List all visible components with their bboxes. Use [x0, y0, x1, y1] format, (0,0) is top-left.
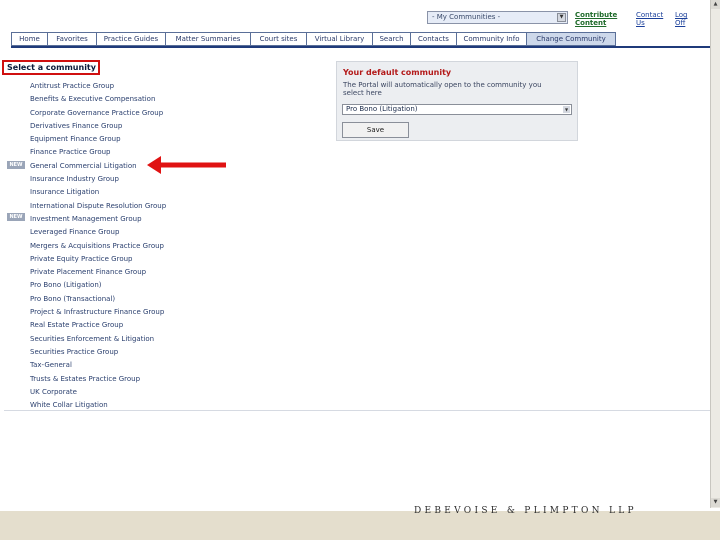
default-community-select[interactable]: Pro Bono (Litigation) ▼	[342, 104, 572, 115]
content-divider	[4, 410, 710, 411]
community-item[interactable]: Derivatives Finance Group	[30, 120, 166, 133]
tab-virtual-library[interactable]: Virtual Library	[307, 32, 373, 46]
tab-matter-summaries[interactable]: Matter Summaries	[166, 32, 251, 46]
community-item[interactable]: Benefits & Executive Compensation	[30, 93, 166, 106]
community-item[interactable]: Leveraged Finance Group	[30, 226, 166, 239]
community-list: Antitrust Practice Group Benefits & Exec…	[30, 80, 166, 412]
community-item[interactable]: Trusts & Estates Practice Group	[30, 373, 166, 386]
community-item[interactable]: Insurance Litigation	[30, 186, 166, 199]
red-arrow-icon	[147, 156, 226, 174]
tab-search[interactable]: Search	[373, 32, 411, 46]
community-item[interactable]: Securities Practice Group	[30, 346, 166, 359]
community-item[interactable]: UK Corporate	[30, 386, 166, 399]
scroll-up-icon[interactable]: ▲	[711, 0, 720, 9]
chevron-down-icon[interactable]: ▼	[557, 13, 566, 22]
community-item[interactable]: General Commercial Litigation	[30, 160, 166, 173]
tab-practice-guides[interactable]: Practice Guides	[97, 32, 166, 46]
community-item[interactable]: Investment Management Group	[30, 213, 166, 226]
community-item[interactable]: Corporate Governance Practice Group	[30, 107, 166, 120]
my-communities-label: - My Communities -	[432, 13, 501, 21]
nav-rule	[11, 46, 718, 48]
community-item[interactable]: Finance Practice Group	[30, 146, 166, 159]
contact-us-link[interactable]: Contact Us	[636, 11, 668, 27]
community-item[interactable]: Private Placement Finance Group	[30, 266, 166, 279]
select-community-heading: Select a community	[2, 60, 100, 75]
community-item[interactable]: Project & Infrastructure Finance Group	[30, 306, 166, 319]
tab-court-sites[interactable]: Court sites	[251, 32, 307, 46]
log-off-link[interactable]: Log Off	[675, 11, 693, 27]
community-item[interactable]: International Dispute Resolution Group	[30, 200, 166, 213]
default-community-value: Pro Bono (Litigation)	[346, 105, 418, 113]
community-item[interactable]: Securities Enforcement & Litigation	[30, 333, 166, 346]
default-community-panel: Your default community The Portal will a…	[336, 61, 578, 141]
tab-favorites[interactable]: Favorites	[48, 32, 97, 46]
vertical-scrollbar[interactable]: ▲ ▼	[710, 0, 720, 508]
new-badge: NEW	[7, 213, 25, 221]
my-communities-select[interactable]: - My Communities - ▼	[427, 11, 568, 24]
main-nav: Home Favorites Practice Guides Matter Su…	[11, 32, 616, 46]
community-item[interactable]: Private Equity Practice Group	[30, 253, 166, 266]
tab-community-info[interactable]: Community Info	[457, 32, 527, 46]
panel-description: The Portal will automatically open to th…	[343, 81, 542, 97]
community-item[interactable]: Insurance Industry Group	[30, 173, 166, 186]
tab-contacts[interactable]: Contacts	[411, 32, 457, 46]
community-item[interactable]: Equipment Finance Group	[30, 133, 166, 146]
scroll-down-icon[interactable]: ▼	[711, 498, 720, 507]
new-badge: NEW	[7, 161, 25, 169]
chevron-down-icon[interactable]: ▼	[563, 106, 570, 113]
firm-wordmark: DEBEVOISE & PLIMPTON LLP	[414, 506, 637, 516]
community-item[interactable]: Tax-General	[30, 359, 166, 372]
community-item[interactable]: Pro Bono (Transactional)	[30, 293, 166, 306]
community-item[interactable]: Antitrust Practice Group	[30, 80, 166, 93]
tab-home[interactable]: Home	[11, 32, 48, 46]
contribute-content-link[interactable]: Contribute Content	[575, 11, 623, 27]
community-item[interactable]: Real Estate Practice Group	[30, 319, 166, 332]
save-button[interactable]: Save	[342, 122, 409, 138]
panel-title: Your default community	[343, 68, 452, 77]
community-item[interactable]: Pro Bono (Litigation)	[30, 279, 166, 292]
community-item[interactable]: Mergers & Acquisitions Practice Group	[30, 240, 166, 253]
tab-change-community[interactable]: Change Community	[527, 32, 616, 46]
